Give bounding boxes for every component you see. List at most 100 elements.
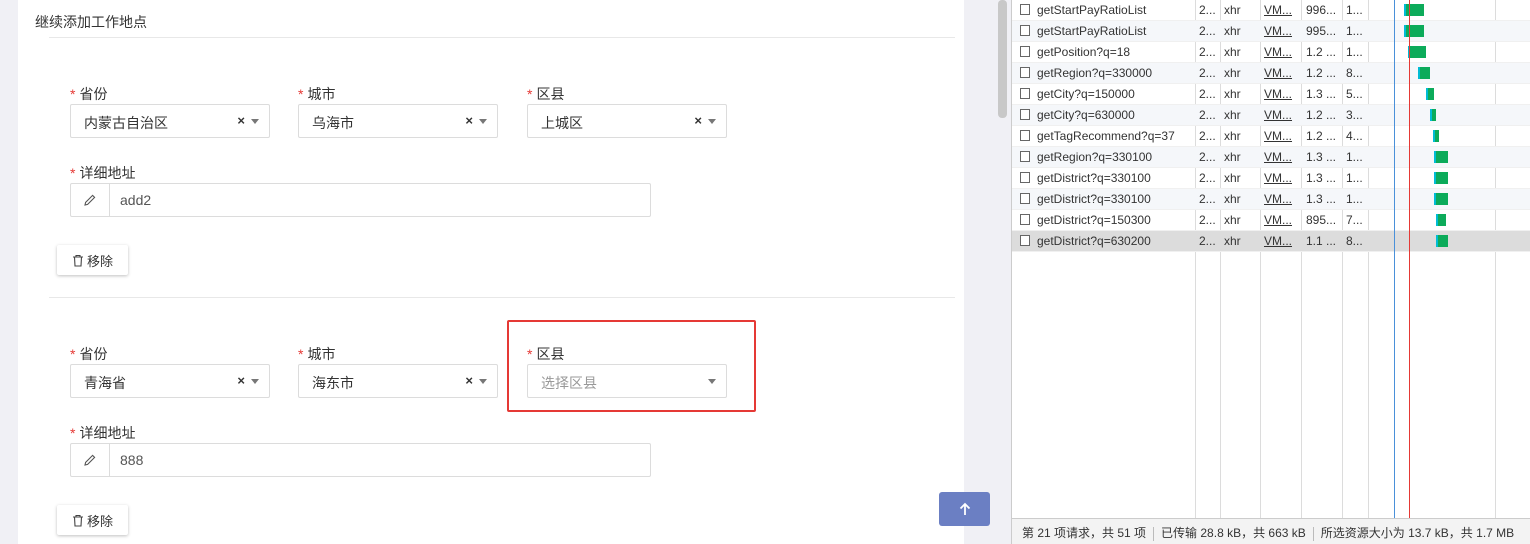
remove-button[interactable]: 移除 (57, 245, 128, 275)
address-input[interactable]: 888 (70, 443, 651, 477)
pencil-icon (71, 184, 110, 216)
request-time: 5... (1346, 87, 1363, 101)
clear-icon[interactable]: × (237, 373, 245, 388)
request-time: 8... (1346, 66, 1363, 80)
request-status: 2... (1199, 213, 1216, 227)
clear-icon[interactable]: × (465, 373, 473, 388)
form-panel: 继续添加工作地点 * 省份 内蒙古自治区 × * 城市 乌海市 × * 区县 上城区 … (18, 0, 964, 544)
required-mark: * (70, 346, 76, 362)
caret-down-icon[interactable] (479, 379, 487, 384)
network-row[interactable]: getStartPayRatioList 2... xhr VM... 996... 1.… (1012, 0, 1530, 21)
trash-icon (72, 514, 83, 527)
row-checkbox[interactable] (1020, 4, 1030, 15)
province-label-text: 省份 (79, 346, 108, 362)
clear-icon[interactable]: × (465, 113, 473, 128)
request-initiator[interactable]: VM... (1264, 192, 1300, 206)
app-window: 继续添加工作地点 * 省份 内蒙古自治区 × * 城市 乌海市 × * 区县 上城区 … (0, 0, 1530, 544)
network-row[interactable]: getRegion?q=330100 2... xhr VM... 1.3 ... 1..… (1012, 147, 1530, 168)
required-mark: * (70, 425, 76, 441)
required-mark: * (527, 86, 533, 102)
request-size: 1.2 ... (1306, 108, 1337, 122)
district-label-text: 区县 (536, 86, 565, 102)
request-type: xhr (1224, 171, 1241, 185)
clear-icon[interactable]: × (694, 113, 702, 128)
network-row[interactable]: getTagRecommend?q=37 2... xhr VM... 1.2 ... 4… (1012, 126, 1530, 147)
request-type: xhr (1224, 45, 1241, 59)
status-resources: 所选资源大小为 13.7 kB，共 1.7 MB (1320, 526, 1515, 540)
divider (49, 297, 955, 298)
network-row[interactable]: getRegion?q=330000 2... xhr VM... 1.2 ... 8..… (1012, 63, 1530, 84)
request-size: 996... (1306, 3, 1337, 17)
network-row[interactable]: getDistrict?q=330100 2... xhr VM... 1.3 ... 1… (1012, 189, 1530, 210)
remove-button[interactable]: 移除 (57, 505, 128, 535)
request-initiator[interactable]: VM... (1264, 129, 1300, 143)
network-row[interactable]: getStartPayRatioList 2... xhr VM... 995... 1.… (1012, 21, 1530, 42)
request-initiator[interactable]: VM... (1264, 45, 1300, 59)
request-time: 1... (1346, 24, 1363, 38)
request-initiator[interactable]: VM... (1264, 171, 1300, 185)
request-type: xhr (1224, 108, 1241, 122)
request-initiator[interactable]: VM... (1264, 150, 1300, 164)
scrollbar-thumb[interactable] (998, 0, 1007, 118)
row-checkbox[interactable] (1020, 67, 1030, 78)
caret-down-icon[interactable] (251, 119, 259, 124)
request-status: 2... (1199, 24, 1216, 38)
network-request-list: getStartPayRatioList 2... xhr VM... 996... 1.… (1012, 0, 1530, 252)
row-checkbox[interactable] (1020, 46, 1030, 57)
province-select[interactable]: 青海省 × (70, 364, 270, 398)
page-scrollbar[interactable] (994, 0, 1010, 544)
address-label-text: 详细地址 (79, 425, 136, 441)
city-label: * 城市 (298, 84, 335, 104)
request-time: 7... (1346, 213, 1363, 227)
address-label: * 详细地址 (70, 423, 135, 443)
request-initiator[interactable]: VM... (1264, 108, 1300, 122)
request-initiator[interactable]: VM... (1264, 24, 1300, 38)
row-checkbox[interactable] (1020, 25, 1030, 36)
caret-down-icon[interactable] (479, 119, 487, 124)
row-checkbox[interactable] (1020, 214, 1030, 225)
city-select[interactable]: 乌海市 × (298, 104, 498, 138)
waterfall-bar (1418, 67, 1430, 79)
caret-down-icon[interactable] (251, 379, 259, 384)
city-value: 海东市 (312, 375, 354, 391)
row-checkbox[interactable] (1020, 193, 1030, 204)
request-time: 1... (1346, 192, 1363, 206)
request-initiator[interactable]: VM... (1264, 3, 1300, 17)
request-name: getStartPayRatioList (1037, 24, 1147, 38)
row-checkbox[interactable] (1020, 88, 1030, 99)
row-checkbox[interactable] (1020, 151, 1030, 162)
city-select[interactable]: 海东市 × (298, 364, 498, 398)
network-row[interactable]: getCity?q=150000 2... xhr VM... 1.3 ... 5... (1012, 84, 1530, 105)
district-select[interactable]: 上城区 × (527, 104, 727, 138)
status-transferred: 已传输 28.8 kB，共 663 kB (1161, 526, 1306, 540)
request-initiator[interactable]: VM... (1264, 87, 1300, 101)
network-row[interactable]: getPosition?q=18 2... xhr VM... 1.2 ... 1... (1012, 42, 1530, 63)
district-value: 上城区 (541, 115, 583, 131)
request-size: 995... (1306, 24, 1337, 38)
request-name: getStartPayRatioList (1037, 3, 1147, 17)
network-row[interactable]: getDistrict?q=630200 2... xhr VM... 1.1 ... 8… (1012, 231, 1530, 252)
request-initiator[interactable]: VM... (1264, 213, 1300, 227)
row-checkbox[interactable] (1020, 130, 1030, 141)
row-checkbox[interactable] (1020, 235, 1030, 246)
network-row[interactable]: getCity?q=630000 2... xhr VM... 1.2 ... 3... (1012, 105, 1530, 126)
request-name: getCity?q=150000 (1037, 87, 1135, 101)
caret-down-icon[interactable] (708, 119, 716, 124)
city-value: 乌海市 (312, 115, 354, 131)
row-checkbox[interactable] (1020, 109, 1030, 120)
highlight-box (507, 320, 756, 412)
row-checkbox[interactable] (1020, 172, 1030, 183)
request-size: 1.2 ... (1306, 129, 1337, 143)
request-initiator[interactable]: VM... (1264, 234, 1300, 248)
province-select[interactable]: 内蒙古自治区 × (70, 104, 270, 138)
status-requests: 第 21 项请求，共 51 项 (1022, 526, 1147, 540)
address-input[interactable]: add2 (70, 183, 651, 217)
network-row[interactable]: getDistrict?q=150300 2... xhr VM... 895... 7.… (1012, 210, 1530, 231)
clear-icon[interactable]: × (237, 113, 245, 128)
request-initiator[interactable]: VM... (1264, 66, 1300, 80)
request-size: 895... (1306, 213, 1337, 227)
back-to-top-button[interactable] (939, 492, 990, 526)
network-row[interactable]: getDistrict?q=330100 2... xhr VM... 1.3 ... 1… (1012, 168, 1530, 189)
request-status: 2... (1199, 108, 1216, 122)
city-label: * 城市 (298, 344, 335, 364)
